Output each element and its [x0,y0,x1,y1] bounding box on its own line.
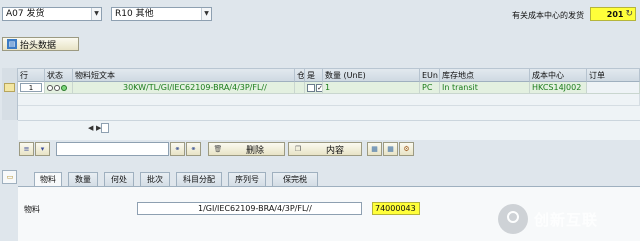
chevron-down-icon[interactable]: ▼ [91,8,101,20]
grid-icon: ▦ [371,145,378,153]
deselect-all-button[interactable]: ▾ [35,142,50,156]
scrollbar-thumb[interactable] [101,123,109,133]
select-all-button[interactable]: ≡ [19,142,34,156]
col-header-cost-center[interactable]: 成本中心 [530,69,587,82]
col-header-short-text[interactable]: 物料短文本 [73,69,295,82]
content-label: 内容 [326,145,345,156]
find-next-button[interactable]: ⚭ [186,142,201,156]
movement-type-dropdown[interactable]: A07 发货 ▼ [2,7,102,21]
movement-code-value: 201 [606,9,624,19]
tab-account-assignment[interactable]: 科目分配 [176,172,222,186]
delete-label: 删除 [246,145,265,156]
col-header-unit[interactable]: EUn [420,69,440,82]
col-header-status[interactable]: 状态 [45,69,73,82]
select-all-icon: ≡ [23,145,30,153]
status-cell [45,82,73,94]
row-selector-column[interactable] [2,68,18,120]
line-cell[interactable]: 1 [18,82,45,94]
short-text-cell[interactable]: 30KW/TL/GI/IEC62109-BRA/4/3P/FL// [73,82,295,94]
movement-type-value: A07 发货 [6,9,45,19]
col-header-storage-location[interactable]: 库存地点 [440,69,530,82]
folder-icon: ▭ [6,173,14,181]
chevron-down-icon[interactable]: ▼ [201,8,211,20]
tab-batch[interactable]: 批次 [140,172,170,186]
delete-button[interactable]: 🗑 删除 [208,142,285,156]
order-cell[interactable] [587,82,640,94]
scroll-left-icon[interactable]: ◀ [88,124,93,132]
col-header-line[interactable]: 行 [18,69,45,82]
checkbox-checked[interactable]: ✓ [316,83,322,92]
tab-where[interactable]: 何处 [104,172,134,186]
tab-material[interactable]: 物料 [34,172,62,187]
short-text-value: 30KW/TL/GI/IEC62109-BRA/4/3P/FL// [123,83,267,92]
material-number-field[interactable]: 74000043 [372,202,420,215]
watermark-logo-icon [498,204,528,234]
header-data-button[interactable]: ▤ 抬头数据 [2,37,79,51]
material-description-field[interactable]: 1/GI/IEC62109-BRA/4/3P/FL// [137,202,362,215]
content-button[interactable]: ❐ 内容 [288,142,362,156]
header-data-label: 抬头数据 [20,40,57,51]
find-button[interactable]: ⚭ [170,142,185,156]
binoculars-next-icon: ⚭ [190,145,197,153]
yes-cell[interactable]: ✓ [305,82,323,94]
material-number-value: 74000043 [375,204,416,213]
item-grid: 行 状态 物料短文本 仓 是 数量 (UnE) EUn 库存地点 成本中心 订单… [18,68,640,120]
reference-value: R10 其他 [115,9,154,19]
watermark-text: 创新互联 [534,210,599,229]
binoculars-icon: ⚭ [174,145,181,153]
tab-quantity[interactable]: 数量 [68,172,98,186]
line-number: 1 [20,83,42,92]
status-light-icon [61,84,67,91]
watermark: 创新互联 [498,200,638,238]
col-header-quantity[interactable]: 数量 (UnE) [323,69,420,82]
quantity-cell[interactable]: 1 [323,82,420,94]
cost-center-cell[interactable]: HKCS14J002 [530,82,587,94]
status-light-icon [47,84,53,91]
empty-row [18,94,640,106]
layout-button[interactable]: ▦ [367,142,382,156]
material-description-value: 1/GI/IEC62109-BRA/4/3P/FL// [198,204,312,213]
detail-collapse-button[interactable]: ▭ [2,170,17,184]
status-light-icon [54,84,60,91]
col-header-yes[interactable]: 是 [305,69,323,82]
copy-icon: ❐ [294,145,302,153]
tab-bonded[interactable]: 保完税 [272,172,318,186]
tab-serial-number[interactable]: 序列号 [228,172,266,186]
cost-center-label: 有关成本中心的发货 [512,11,584,20]
checkbox-unchecked[interactable] [307,83,315,92]
settings-button[interactable]: ⚙ [399,142,414,156]
search-input[interactable] [56,142,169,156]
movement-code-field[interactable]: 201 ↻ [590,7,636,21]
storage-location-cell[interactable]: In transit [440,82,530,94]
warehouse-cell [295,82,305,94]
col-header-warehouse[interactable]: 仓 [295,69,305,82]
row-selector[interactable] [4,83,15,92]
refresh-icon[interactable]: ↻ [625,9,633,19]
grid-scroll-area [18,120,640,140]
material-label: 物料 [24,205,40,214]
layout2-button[interactable]: ▦ [383,142,398,156]
grid-icon: ▦ [387,145,394,153]
settings-icon: ⚙ [403,145,410,153]
unit-cell[interactable]: PC [420,82,440,94]
reference-dropdown[interactable]: R10 其他 ▼ [111,7,212,21]
col-header-order[interactable]: 订单 [587,69,640,82]
document-icon: ▤ [7,39,17,49]
deselect-icon: ▾ [40,145,45,153]
trash-icon: 🗑 [213,145,223,153]
